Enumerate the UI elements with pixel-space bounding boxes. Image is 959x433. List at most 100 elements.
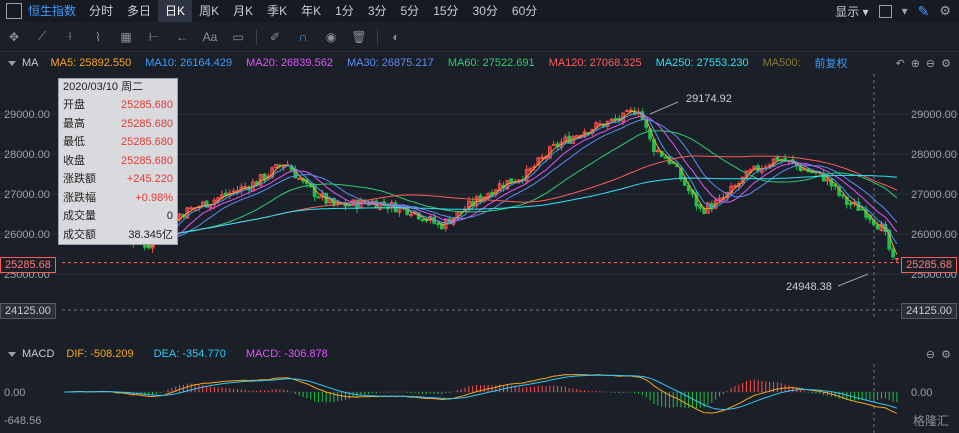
indicator-name[interactable]: MACD — [22, 348, 54, 360]
info-key: 成交额 — [63, 228, 96, 241]
ma-legend-bar: MA MA5: 25892.550 MA10: 26164.429 MA20: 26… — [0, 52, 959, 74]
measure-icon[interactable]: ⊢ — [140, 26, 168, 48]
info-value: 25285.680 — [121, 117, 173, 130]
price-tick-left: 28000.00 — [4, 149, 50, 161]
candle-body — [420, 218, 425, 221]
display-menu[interactable]: 显示 ▾ — [835, 3, 868, 20]
zoom-out-icon[interactable]: ⊖ — [926, 348, 935, 361]
ma-value-1: MA10: 26164.429 — [145, 57, 233, 69]
settings-icon[interactable]: ⚙ — [941, 348, 951, 361]
low-line-tag-right: 24125.00 — [901, 303, 957, 319]
gear-icon[interactable]: ⚙ — [939, 3, 951, 19]
macd-value-1: DEA: -354.770 — [153, 348, 226, 360]
info-row: 最低 25285.680 — [59, 133, 177, 152]
candle-body — [895, 257, 899, 260]
high-annotation: 29174.92 — [686, 93, 732, 105]
channel-icon[interactable]: ▦ — [112, 26, 140, 48]
low-line-tag-left: 24125.00 — [0, 303, 56, 319]
candle-body — [436, 222, 440, 225]
checkbox-icon[interactable] — [6, 3, 22, 19]
divider — [256, 28, 257, 45]
tab-12[interactable]: 60分 — [505, 0, 544, 22]
candle-body — [891, 248, 895, 258]
ma-value-3: MA30: 26875.217 — [346, 57, 434, 69]
watermark: 格隆汇 — [912, 414, 949, 428]
info-key: 收盘 — [63, 154, 85, 167]
info-row: 开盘 25285.680 — [59, 96, 177, 115]
info-row: 涨跌额 +245.220 — [59, 170, 177, 189]
candle-body — [625, 110, 629, 113]
tab-10[interactable]: 15分 — [426, 0, 465, 22]
pen-icon[interactable]: ✎ — [918, 3, 930, 20]
wave-icon[interactable]: ⌇ — [84, 26, 112, 48]
ma5-line — [63, 110, 898, 255]
zoom-in-icon[interactable]: ⊕ — [911, 57, 920, 70]
ma-value-0: MA5: 25892.550 — [50, 57, 132, 69]
magnet-icon[interactable]: ∩ — [289, 26, 317, 48]
trash-icon[interactable]: 🗑 — [345, 26, 373, 48]
ray-icon[interactable]: ⟊ — [56, 26, 84, 48]
macd-value-0: DIF: -508.209 — [66, 348, 134, 360]
low-leader — [837, 273, 869, 287]
drawing-toolbar: ✥ ⟋ ⟊ ⌇ ▦ ⊢ ← Aa ▭ ✐ ∩ ◉ 🗑 ◐ — [0, 22, 959, 52]
macd-tick-right: 0.00 — [911, 387, 932, 399]
symbol-name[interactable]: 恒生指数 — [22, 0, 82, 22]
tab-6[interactable]: 年K — [294, 0, 328, 22]
tab-9[interactable]: 5分 — [394, 0, 427, 22]
macd-tick-left: 0.00 — [4, 387, 25, 399]
info-row: 涨跌幅 +0.98% — [59, 189, 177, 208]
current-price-tag-left: 25285.68 — [0, 257, 56, 273]
info-row: 最高 25285.680 — [59, 115, 177, 134]
candle-body — [775, 156, 780, 161]
undo-icon[interactable]: ↶ — [895, 57, 904, 70]
tab-8[interactable]: 3分 — [361, 0, 394, 22]
tab-11[interactable]: 30分 — [466, 0, 505, 22]
tab-2[interactable]: 日K — [158, 0, 193, 22]
period-tabs: 分时 多日 日K 周K 月K 季K 年K 1分 3分 5分 15分 30分 60分 — [82, 0, 544, 22]
crosshair-icon[interactable]: ✥ — [0, 26, 28, 48]
tab-4[interactable]: 月K — [226, 0, 260, 22]
ma30-line — [63, 118, 898, 240]
settings-icon[interactable]: ⚙ — [941, 57, 951, 70]
indicator-name[interactable]: MA — [22, 57, 39, 69]
price-tick-left: 29000.00 — [4, 109, 50, 121]
comment-icon[interactable]: ▭ — [224, 26, 252, 48]
candle-body — [609, 118, 614, 121]
info-value: 25285.680 — [121, 136, 173, 148]
candle-body — [613, 118, 618, 121]
tab-5[interactable]: 季K — [260, 0, 294, 22]
info-key: 最低 — [63, 136, 85, 148]
tab-3[interactable]: 周K — [192, 0, 226, 22]
price-tick-right: 28000.00 — [911, 149, 957, 161]
candle-body — [297, 177, 302, 180]
toggle-icon[interactable]: ◐ — [382, 26, 410, 48]
eye-icon[interactable]: ◉ — [317, 26, 345, 48]
collapse-icon[interactable] — [8, 60, 16, 66]
fuquan-button[interactable]: 前复权 — [815, 55, 848, 71]
candle-body — [224, 192, 228, 196]
candle-body — [316, 196, 321, 199]
info-value: +245.220 — [126, 173, 173, 185]
zoom-out-icon[interactable]: ⊖ — [926, 57, 935, 70]
candle-body — [509, 178, 514, 184]
text-tool-icon[interactable]: Aa — [196, 26, 224, 48]
arrow-left-icon[interactable]: ← — [168, 26, 196, 48]
ma-value-4: MA60: 27522.691 — [447, 57, 535, 69]
ma-value-5: MA120: 27068.325 — [548, 57, 642, 69]
tab-7[interactable]: 1分 — [328, 0, 361, 22]
info-value: +0.98% — [135, 191, 173, 204]
tab-0[interactable]: 分时 — [82, 0, 120, 22]
macd-chart[interactable]: 0.00 -648.56 0.00 — [0, 364, 959, 433]
collapse-icon[interactable] — [8, 351, 16, 357]
current-price-tag-right: 25285.68 — [901, 257, 957, 273]
eraser-icon[interactable]: ✐ — [261, 26, 289, 48]
ma-value-6: MA250: 27553.230 — [655, 57, 749, 69]
square-icon[interactable] — [878, 4, 892, 18]
candle-body — [875, 224, 880, 230]
dropdown-icon[interactable]: ▾ — [902, 4, 908, 18]
macd-legend-bar: MACD DIF: -508.209 DEA: -354.770 MACD: -30… — [0, 344, 959, 364]
trendline-icon[interactable]: ⟋ — [28, 26, 56, 48]
period-tabs-bar: 恒生指数 分时 多日 日K 周K 月K 季K 年K 1分 3分 5分 15分 30分 60分 显示 ▾ … — [0, 0, 959, 22]
tab-1[interactable]: 多日 — [120, 0, 158, 22]
candle-body — [231, 190, 236, 193]
